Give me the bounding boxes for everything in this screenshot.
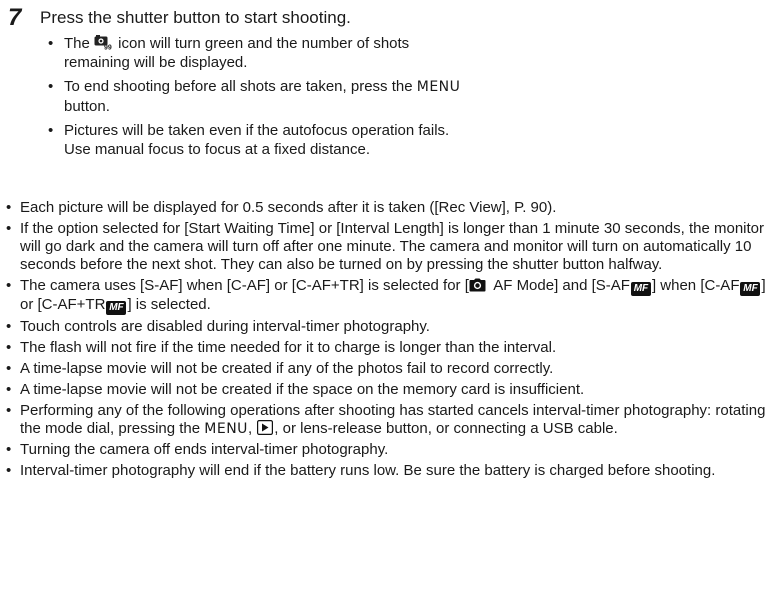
note-9-text: Turning the camera off ends interval-tim… [20,441,389,458]
note-7-text: A time-lapse movie will not be created i… [20,381,585,398]
note-3-text-a: The camera uses [S-AF] when [C-AF] or [C… [20,277,469,294]
manual-page: 7 Press the shutter button to start shoo… [0,0,780,601]
bullet-dot: • [6,402,12,419]
menu-button-label: MENU [204,421,248,437]
note-10: • Interval-timer photography will end if… [0,462,770,480]
note-3: • The camera uses [S-AF] when [C-AF] or … [0,277,770,315]
bullet-dot: • [6,318,12,335]
playback-icon [257,420,274,436]
step-bullet-2-post: button. [64,98,110,115]
note-8: • Performing any of the following operat… [0,402,770,438]
bullet-dot: • [6,277,12,294]
bullet-dot: • [6,339,12,356]
bullet-dot: • [48,35,54,52]
note-1: • Each picture will be displayed for 0.5… [0,199,770,217]
note-5-text: The flash will not fire if the time need… [20,339,557,356]
bullet-dot: • [6,381,12,398]
menu-button-label: MENU [416,79,461,95]
note-2-text: If the option selected for [Start Waitin… [20,220,765,273]
interval-shooting-icon: 99 [94,35,113,52]
step-number: 7 [8,4,22,31]
manual-focus-icon: MF [740,282,761,296]
bullet-dot: • [6,360,12,377]
step-title: Press the shutter button to start shooti… [40,8,351,27]
note-1-text: Each picture will be displayed for 0.5 s… [20,199,557,216]
step-bullet-2: • To end shooting before all shots are t… [48,77,468,116]
note-3-text-e: ] is selected. [127,296,211,313]
camera-icon [469,278,486,292]
note-3-text-b: AF Mode] and [S-AF [489,277,630,294]
note-4: • Touch controls are disabled during int… [0,318,770,336]
note-10-text: Interval-timer photography will end if t… [20,462,716,479]
step-bullet-3: • Pictures will be taken even if the aut… [48,121,468,159]
step-bullet-1-pre: The [64,35,95,52]
step-bullet-2-pre: To end shooting before all shots are tak… [64,78,417,95]
note-6: • A time-lapse movie will not be created… [0,360,770,378]
bullet-dot: • [48,78,54,95]
step-bullets: • The 99 icon will turn green and the nu… [48,34,468,164]
note-4-text: Touch controls are disabled during inter… [20,318,430,335]
notes-list: • Each picture will be displayed for 0.5… [0,199,770,483]
note-5: • The flash will not fire if the time ne… [0,339,770,357]
note-2: • If the option selected for [Start Wait… [0,220,770,274]
step-bullet-1: • The 99 icon will turn green and the nu… [48,34,468,72]
bullet-dot: • [6,199,12,216]
step-bullet-1-post: icon will turn green and the number of s… [64,35,410,71]
step-bullet-3-text: Pictures will be taken even if the autof… [64,122,450,158]
bullet-dot: • [6,462,12,479]
note-8-text-b: , [247,420,257,437]
manual-focus-icon: MF [106,301,127,315]
note-6-text: A time-lapse movie will not be created i… [20,360,554,377]
note-8-text-c: , or lens-release button, or connecting … [274,420,618,437]
bullet-dot: • [6,220,12,237]
note-3-text-c: ] when [C-AF [651,277,740,294]
bullet-dot: • [48,122,54,139]
bullet-dot: • [6,441,12,458]
note-9: • Turning the camera off ends interval-t… [0,441,770,459]
svg-text:99: 99 [104,45,112,51]
note-7: • A time-lapse movie will not be created… [0,381,770,399]
manual-focus-icon: MF [630,282,651,296]
